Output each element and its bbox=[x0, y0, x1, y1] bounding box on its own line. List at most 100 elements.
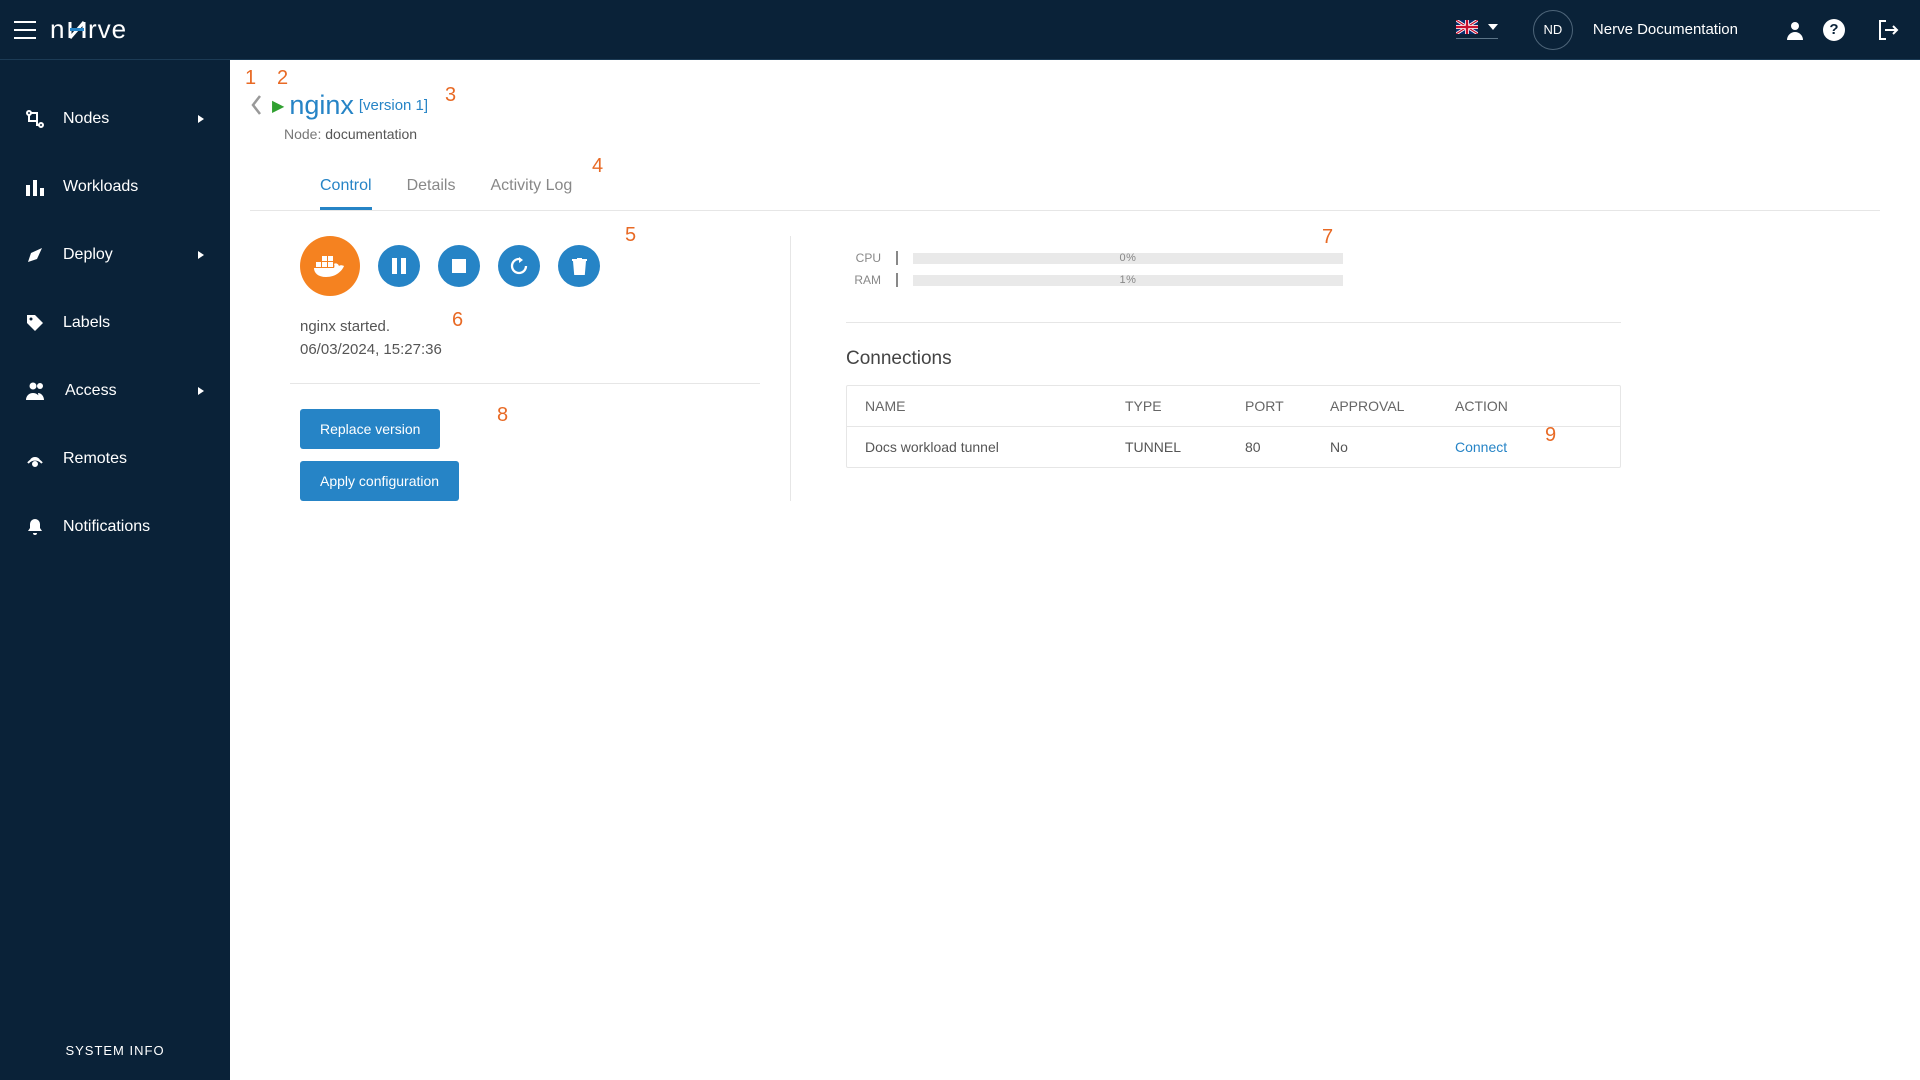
cell-type: TUNNEL bbox=[1125, 439, 1245, 455]
cell-port: 80 bbox=[1245, 439, 1330, 455]
back-button[interactable] bbox=[250, 90, 264, 121]
system-info-button[interactable]: SYSTEM INFO bbox=[0, 1020, 230, 1080]
username: Nerve Documentation bbox=[1593, 21, 1738, 38]
col-port: PORT bbox=[1245, 398, 1330, 414]
metrics-panel: CPU 0% RAM 1% Connections NAME TYPE bbox=[791, 236, 1621, 501]
control-panel: nginx started. 06/03/2024, 15:27:36 Repl… bbox=[250, 236, 790, 501]
chevron-right-icon bbox=[197, 387, 205, 395]
pause-icon bbox=[392, 258, 406, 274]
cell-approval: No bbox=[1330, 439, 1455, 455]
sidebar-item-notifications[interactable]: Notifications bbox=[0, 493, 230, 561]
annotation-9: 9 bbox=[1545, 425, 1556, 445]
svg-text:n: n bbox=[50, 16, 65, 44]
stop-button[interactable] bbox=[438, 245, 480, 287]
stop-icon bbox=[452, 259, 466, 273]
tab-details[interactable]: Details bbox=[407, 177, 456, 210]
sidebar-item-label: Workloads bbox=[63, 178, 205, 196]
meter-tick bbox=[896, 273, 898, 287]
sidebar-item-label: Notifications bbox=[63, 518, 205, 536]
annotation-1: 1 bbox=[245, 68, 256, 88]
status-block: nginx started. 06/03/2024, 15:27:36 bbox=[300, 318, 760, 358]
status-message: nginx started. bbox=[300, 318, 760, 335]
language-selector[interactable] bbox=[1456, 20, 1498, 39]
sidebar-item-remotes[interactable]: Remotes bbox=[0, 425, 230, 493]
apply-configuration-button[interactable]: Apply configuration bbox=[300, 461, 459, 501]
page-header: ▶ nginx [version 1] bbox=[250, 90, 1880, 121]
workloads-icon bbox=[25, 177, 45, 197]
nodes-icon bbox=[25, 109, 45, 129]
person-icon bbox=[1785, 20, 1805, 40]
annotation-3: 3 bbox=[445, 85, 456, 105]
cell-name: Docs workload tunnel bbox=[865, 439, 1125, 455]
restart-button[interactable] bbox=[498, 245, 540, 287]
page-version: [version 1] bbox=[359, 97, 428, 114]
annotation-2: 2 bbox=[277, 68, 288, 88]
node-prefix: Node: bbox=[284, 126, 321, 142]
sidebar-item-label: Access bbox=[65, 382, 197, 400]
status-running-icon: ▶ bbox=[272, 96, 284, 116]
sidebar-item-label: Labels bbox=[63, 314, 205, 332]
chevron-left-icon bbox=[250, 94, 264, 116]
annotation-4: 4 bbox=[592, 156, 603, 176]
connections-title: Connections bbox=[846, 348, 1621, 370]
ram-track: 1% bbox=[913, 275, 1343, 286]
docker-button[interactable] bbox=[300, 236, 360, 296]
delete-button[interactable] bbox=[558, 245, 600, 287]
cpu-value: 0% bbox=[913, 252, 1343, 264]
page-title: nginx bbox=[289, 90, 354, 121]
svg-text:rve: rve bbox=[88, 16, 127, 44]
sidebar-item-nodes[interactable]: Nodes bbox=[0, 85, 230, 153]
tab-control[interactable]: Control bbox=[320, 177, 372, 210]
trash-icon bbox=[572, 258, 587, 275]
logo: n rve bbox=[50, 16, 160, 44]
divider bbox=[290, 383, 760, 384]
chevron-right-icon bbox=[197, 251, 205, 259]
sidebar-item-label: Nodes bbox=[63, 110, 197, 128]
col-approval: APPROVAL bbox=[1330, 398, 1455, 414]
chevron-down-icon bbox=[1488, 24, 1498, 30]
help-button[interactable]: ? bbox=[1822, 18, 1846, 42]
deploy-icon bbox=[25, 245, 45, 265]
logout-button[interactable] bbox=[1876, 18, 1900, 42]
sidebar-item-workloads[interactable]: Workloads bbox=[0, 153, 230, 221]
sidebar-item-access[interactable]: Access bbox=[0, 357, 230, 425]
divider bbox=[846, 322, 1621, 323]
node-line: Node: documentation bbox=[250, 126, 1880, 142]
sidebar: Nodes Workloads Deploy Labels Access Rem… bbox=[0, 60, 230, 1080]
remotes-icon bbox=[25, 449, 45, 469]
profile-button[interactable] bbox=[1783, 18, 1807, 42]
cpu-label: CPU bbox=[846, 251, 881, 265]
logo-icon: n rve bbox=[50, 16, 160, 44]
main-content: 1 2 3 4 5 6 7 8 9 ▶ nginx [version 1] No… bbox=[230, 60, 1920, 1080]
connections-table: NAME TYPE PORT APPROVAL ACTION Docs work… bbox=[846, 385, 1621, 468]
table-header: NAME TYPE PORT APPROVAL ACTION bbox=[847, 386, 1620, 427]
menu-toggle[interactable] bbox=[10, 15, 40, 45]
logout-icon bbox=[1877, 19, 1899, 41]
avatar-initials: ND bbox=[1544, 22, 1563, 37]
labels-icon bbox=[25, 313, 45, 333]
ram-label: RAM bbox=[846, 273, 881, 287]
topbar: n rve ND Nerve Documentation ? bbox=[0, 0, 1920, 60]
hamburger-icon bbox=[14, 21, 36, 39]
col-name: NAME bbox=[865, 398, 1125, 414]
sidebar-item-deploy[interactable]: Deploy bbox=[0, 221, 230, 289]
replace-version-button[interactable]: Replace version bbox=[300, 409, 440, 449]
bell-icon bbox=[25, 517, 45, 537]
annotation-7: 7 bbox=[1322, 227, 1333, 247]
ram-value: 1% bbox=[913, 274, 1343, 286]
sidebar-item-labels[interactable]: Labels bbox=[0, 289, 230, 357]
col-action: ACTION bbox=[1455, 398, 1565, 414]
restart-icon bbox=[510, 257, 528, 275]
access-icon bbox=[25, 381, 47, 401]
table-row: Docs workload tunnel TUNNEL 80 No Connec… bbox=[847, 427, 1620, 467]
chevron-right-icon bbox=[197, 115, 205, 123]
pause-button[interactable] bbox=[378, 245, 420, 287]
sidebar-item-label: Remotes bbox=[63, 450, 205, 468]
help-icon: ? bbox=[1823, 19, 1845, 41]
sidebar-item-label: Deploy bbox=[63, 246, 197, 264]
cpu-track: 0% bbox=[913, 253, 1343, 264]
node-name: documentation bbox=[325, 126, 417, 142]
ram-meter: RAM 1% bbox=[846, 273, 1621, 287]
tab-activity-log[interactable]: Activity Log bbox=[490, 177, 572, 210]
avatar[interactable]: ND bbox=[1533, 10, 1573, 50]
